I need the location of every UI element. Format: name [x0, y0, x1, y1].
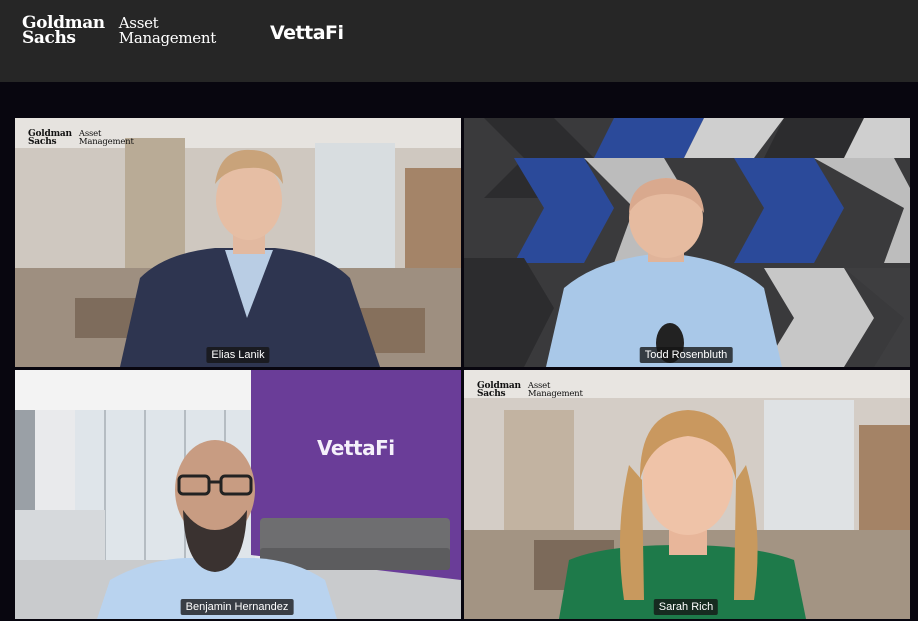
video-tile-sarah-rich[interactable]: Goldman Sachs Asset Management Sarah Ric… [464, 370, 910, 619]
participant-name-label: Sarah Rich [653, 599, 719, 615]
top-bar: Goldman Sachs Asset Management VettaFi [0, 0, 918, 82]
tile-logo-line2: Sachs [28, 137, 57, 147]
tile-logo-line2: Sachs [477, 389, 506, 399]
video-tile-elias-lanik[interactable]: Goldman Sachs Asset Management Elias Lan… [15, 118, 461, 367]
tile-gs-wordmark: Goldman Sachs [28, 130, 72, 147]
asset-management-wordmark: Asset Management [119, 16, 216, 46]
tile-gsam-logo: Goldman Sachs Asset Management [28, 130, 134, 147]
gs-logo-line2: Sachs [22, 28, 76, 48]
vettafi-office-background [15, 370, 461, 619]
video-tile-todd-rosenbluth[interactable]: Todd Rosenbluth [464, 118, 910, 367]
office-background [464, 370, 910, 619]
goldman-sachs-wordmark: Goldman Sachs [22, 15, 105, 48]
tile-logo-line4: Management [78, 137, 134, 147]
participant-name-label: Benjamin Hernandez [180, 599, 294, 615]
tile-am-wordmark: Asset Management [527, 382, 583, 399]
goldman-sachs-asset-management-logo: Goldman Sachs Asset Management [22, 15, 216, 48]
tile-gsam-logo: Goldman Sachs Asset Management [477, 382, 583, 399]
vettafi-logo: VettaFi [270, 22, 344, 44]
am-logo-line2: Management [118, 29, 216, 47]
vettafi-wall-logo: VettaFi [317, 436, 395, 460]
office-background [15, 118, 461, 367]
chevron-wall-background [464, 118, 910, 367]
tile-gs-wordmark: Goldman Sachs [477, 382, 521, 399]
tile-am-wordmark: Asset Management [78, 130, 134, 147]
video-tile-benjamin-hernandez[interactable]: VettaFi Benjamin Hernandez [15, 370, 461, 619]
participant-name-label: Todd Rosenbluth [639, 347, 733, 363]
participant-name-label: Elias Lanik [206, 347, 270, 363]
tile-logo-line4: Management [527, 389, 583, 399]
